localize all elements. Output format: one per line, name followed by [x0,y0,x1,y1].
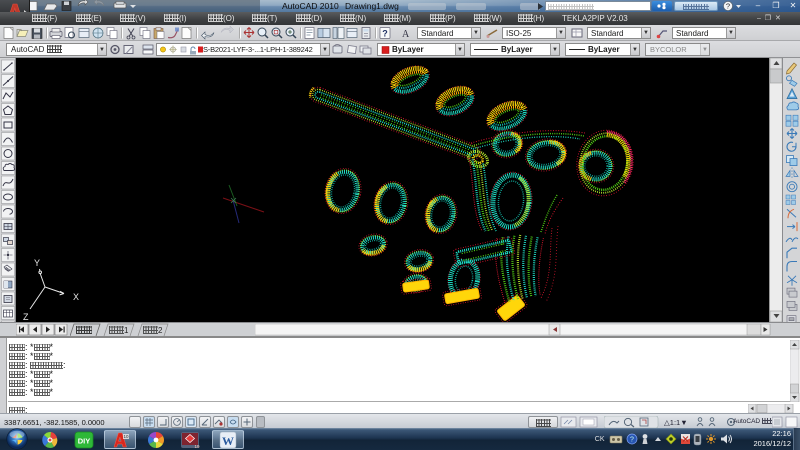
svg-text:Z: Z [23,312,29,322]
svg-text:A: A [402,29,410,40]
svg-text:DIY: DIY [78,437,91,446]
svg-text:10: 10 [123,434,129,439]
svg-text:?: ? [726,2,730,11]
svg-text:Y: Y [34,258,40,268]
svg-text:W: W [222,434,234,448]
svg-text:X: X [73,292,79,302]
svg-text:?: ? [630,437,634,444]
svg-text:?: ? [382,29,388,39]
svg-text:19: 19 [195,444,201,449]
